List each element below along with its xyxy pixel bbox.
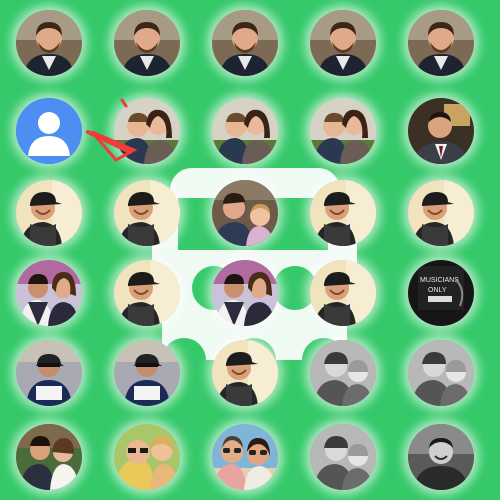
photo-couple-kiss[interactable] xyxy=(212,98,278,164)
man-bw-smiling-image xyxy=(408,424,474,490)
photo-portrait-man-beard[interactable] xyxy=(212,10,278,76)
photo-friends-selfie[interactable] xyxy=(114,424,180,490)
svg-text:MUSICIANS: MUSICIANS xyxy=(420,277,459,284)
photo-man-cap[interactable] xyxy=(310,260,376,326)
couple-kiss-image xyxy=(212,98,278,164)
couple-kiss-image xyxy=(310,98,376,164)
photo-friends-bw[interactable] xyxy=(310,424,376,490)
photo-friends-bw[interactable] xyxy=(310,340,376,406)
portrait-man-beard-image xyxy=(212,10,278,76)
photo-friends-bw[interactable] xyxy=(408,340,474,406)
portrait-man-beard-image xyxy=(408,10,474,76)
photo-man-cap[interactable] xyxy=(408,180,474,246)
friends-bw-image xyxy=(408,340,474,406)
wedding-couple-image xyxy=(16,424,82,490)
man-cap-image xyxy=(212,340,278,406)
photo-runner-race[interactable] xyxy=(114,340,180,406)
photo-portrait-man-beard[interactable] xyxy=(114,10,180,76)
photo-man-cap[interactable] xyxy=(114,260,180,326)
women-sunglasses-image xyxy=(212,424,278,490)
red-pointer-arrow-icon xyxy=(86,98,138,162)
photo-couple-kiss[interactable] xyxy=(310,98,376,164)
photo-women-sunglasses[interactable] xyxy=(212,424,278,490)
photo-man-cap[interactable] xyxy=(310,180,376,246)
friends-bw-image xyxy=(310,424,376,490)
photo-runner-race[interactable] xyxy=(16,340,82,406)
photo-man-bw-smiling[interactable] xyxy=(408,424,474,490)
man-suit-image xyxy=(408,98,474,164)
photo-portrait-man-beard[interactable] xyxy=(408,10,474,76)
photo-musicians-only-poster[interactable]: MUSICIANS ONLY xyxy=(408,260,474,326)
man-with-child-image xyxy=(212,180,278,246)
couple-party-image xyxy=(212,260,278,326)
photo-man-suit[interactable] xyxy=(408,98,474,164)
photo-man-cap[interactable] xyxy=(16,180,82,246)
photo-portrait-man-beard[interactable] xyxy=(16,10,82,76)
portrait-man-beard-image xyxy=(310,10,376,76)
man-cap-image xyxy=(114,180,180,246)
portrait-man-beard-image xyxy=(114,10,180,76)
photo-couple-party[interactable] xyxy=(212,260,278,326)
svg-text:ONLY: ONLY xyxy=(428,287,447,294)
musicians-only-poster-image: MUSICIANS ONLY xyxy=(408,260,474,326)
couple-party-image xyxy=(16,260,82,326)
photo-man-cap[interactable] xyxy=(212,340,278,406)
man-cap-image xyxy=(310,260,376,326)
portrait-man-beard-image xyxy=(16,10,82,76)
photo-portrait-man-beard[interactable] xyxy=(310,10,376,76)
runner-race-image xyxy=(114,340,180,406)
man-cap-image xyxy=(16,180,82,246)
default-user-avatar-icon[interactable] xyxy=(16,98,82,164)
man-cap-image xyxy=(310,180,376,246)
man-cap-image xyxy=(408,180,474,246)
photo-grid: MUSICIANS ONLY xyxy=(0,0,500,500)
photo-couple-party[interactable] xyxy=(16,260,82,326)
man-cap-image xyxy=(114,260,180,326)
photo-man-cap[interactable] xyxy=(114,180,180,246)
friends-selfie-image xyxy=(114,424,180,490)
runner-race-image xyxy=(16,340,82,406)
photo-wedding-couple[interactable] xyxy=(16,424,82,490)
photo-man-with-child[interactable] xyxy=(212,180,278,246)
friends-bw-image xyxy=(310,340,376,406)
